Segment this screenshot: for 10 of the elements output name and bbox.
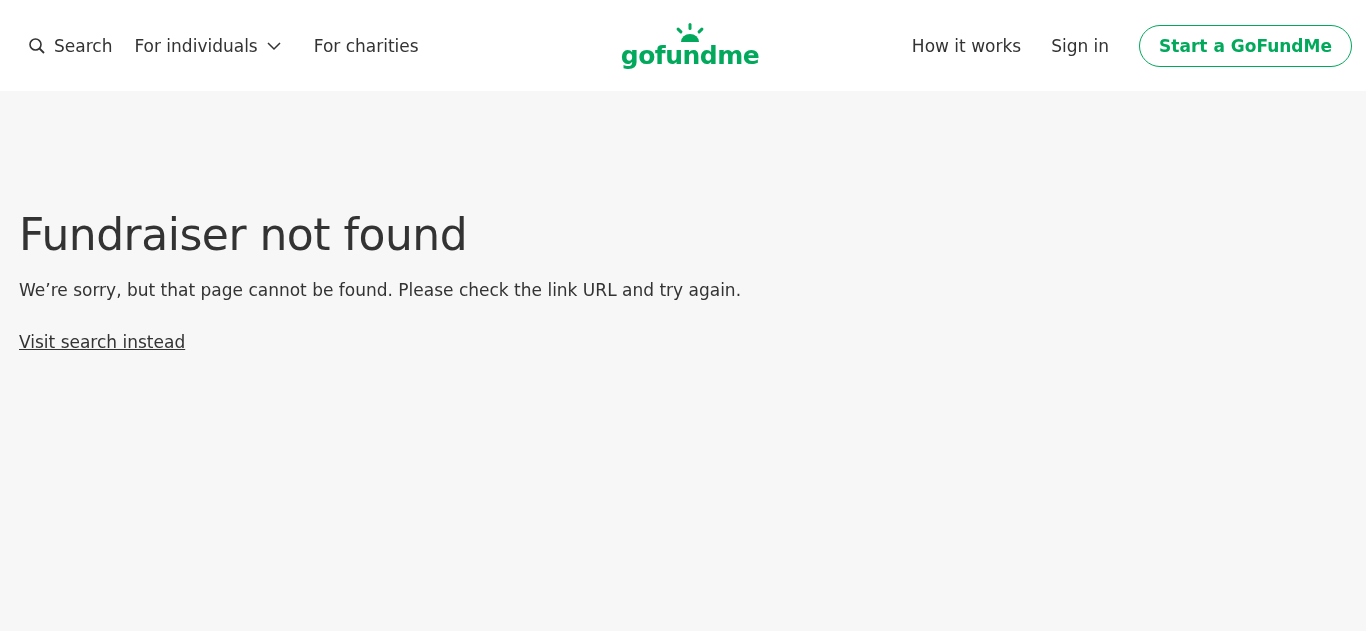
error-message: We’re sorry, but that page cannot be found. Please check the link URL and try again. [19, 280, 743, 300]
nav-link[interactable]: For charities [313, 35, 419, 56]
nav-link[interactable]: Sign in [1051, 35, 1110, 56]
search-icon [28, 36, 46, 55]
nav-dropdown[interactable]: For individuals [134, 35, 282, 56]
chevron-icon [265, 40, 282, 51]
search-button[interactable]: Search [28, 35, 113, 56]
page-title: Fundraiser not found [19, 209, 469, 260]
nav-link[interactable]: How it works [911, 35, 1022, 56]
search-link[interactable]: Visit search instead [19, 332, 186, 352]
